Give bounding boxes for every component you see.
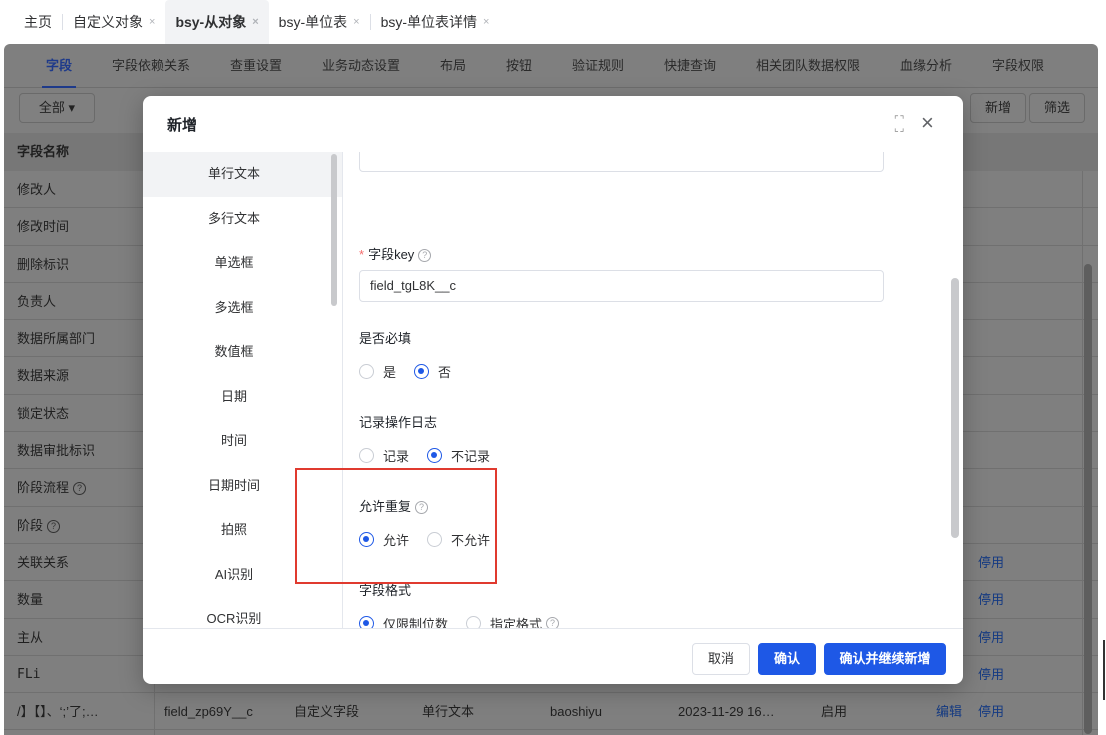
close-icon[interactable]: × [483,16,489,28]
field-type-item[interactable]: 数值框 [143,330,343,375]
confirm-button[interactable]: 确认 [758,643,816,675]
required-no-radio[interactable]: 否 [414,362,451,381]
close-icon[interactable]: × [149,16,155,28]
required-radio-group: 是 否 [359,362,469,381]
dialog-header: 新增 ⌜⌝ ⌞⌟ × [143,96,963,152]
field-type-item[interactable]: 多行文本 [143,197,343,242]
filter-all-dropdown[interactable]: 全部 ▾ [19,93,95,123]
top-tab-custom-object[interactable]: 自定义对象 × [63,0,165,44]
window-edge [1103,640,1105,700]
tab-team-permissions[interactable]: 相关团队数据权限 [756,44,860,88]
tab-field-dependency[interactable]: 字段依赖关系 [112,44,190,88]
top-tab-bar: 主页 自定义对象 × bsy-从对象 × bsy-单位表 × bsy-单位表详情 × [0,0,1106,44]
dialog-footer: 取消 确认 确认并继续新增 [143,628,963,684]
tab-duplicate-check[interactable]: 查重设置 [230,44,282,88]
table-row[interactable]: /】【】、‘;’了;… field_zp69Y__c 自定义字段 单行文本 ba… [4,693,1098,731]
field-type-item[interactable]: 多选框 [143,286,343,331]
specify-format-radio[interactable]: 指定格式? [466,614,560,628]
form-scrollbar[interactable] [951,278,959,538]
field-type-item[interactable]: 时间 [143,419,343,464]
help-icon[interactable]: ? [546,617,560,628]
page-scrollbar[interactable] [1084,264,1092,734]
tab-layout[interactable]: 布局 [440,44,466,88]
tab-activity-settings[interactable]: 业务动态设置 [322,44,400,88]
settings-tabs: 字段 字段依赖关系 查重设置 业务动态设置 布局 按钮 验证规则 快捷查询 相关… [4,44,1098,88]
log-radio-group: 记录 不记录 [359,446,508,465]
limit-digits-radio[interactable]: 仅限制位数 [359,614,448,628]
screen-button[interactable]: 筛选 [1029,93,1085,123]
disable-link[interactable]: 停用 [978,693,1004,730]
tab-lineage[interactable]: 血缘分析 [900,44,952,88]
format-radio-group: 仅限制位数 指定格式? [359,614,577,628]
add-field-dialog: 新增 ⌜⌝ ⌞⌟ × 单行文本 多行文本 单选框 多选框 数值框 日期 时间 日期… [143,96,963,684]
fullscreen-icon[interactable]: ⌜⌝ ⌞⌟ [894,116,905,134]
field-type-item[interactable]: 日期 [143,375,343,420]
help-icon[interactable]: ? [418,249,432,263]
top-tab-bsy-sub-object[interactable]: bsy-从对象 × [165,0,269,44]
log-record-radio[interactable]: 记录 [359,446,409,465]
field-type-item[interactable]: 单选框 [143,241,343,286]
required-yes-radio[interactable]: 是 [359,362,396,381]
field-name-input[interactable] [359,152,884,172]
top-tab-bsy-unit-table[interactable]: bsy-单位表 × [269,0,370,44]
log-no-record-radio[interactable]: 不记录 [427,446,490,465]
disable-link[interactable]: 停用 [978,581,1004,618]
tab-field-permissions[interactable]: 字段权限 [992,44,1044,88]
required-label: 是否必填 [359,331,412,346]
disable-link[interactable]: 停用 [978,544,1004,581]
close-icon[interactable]: × [252,16,258,28]
type-list-scrollbar[interactable] [331,154,337,306]
highlight-box [295,468,497,584]
tab-quick-query[interactable]: 快捷查询 [664,44,716,88]
field-key-label: * 字段key? [359,244,432,263]
help-icon[interactable]: ? [47,519,61,533]
top-tab-home[interactable]: 主页 [14,0,62,44]
add-field-button[interactable]: 新增 [970,93,1026,123]
field-key-input[interactable]: field_tgL8K__c [359,270,884,302]
confirm-continue-button[interactable]: 确认并继续新增 [824,643,946,675]
edit-link[interactable]: 编辑 [936,693,962,730]
dialog-title: 新增 [167,117,198,134]
close-icon[interactable]: × [353,16,359,28]
disable-link[interactable]: 停用 [978,656,1004,693]
cancel-button[interactable]: 取消 [692,643,750,675]
tab-buttons[interactable]: 按钮 [506,44,532,88]
tab-fields[interactable]: 字段 [41,44,77,88]
top-tab-bsy-unit-detail[interactable]: bsy-单位表详情 × [371,0,500,44]
help-icon[interactable]: ? [73,482,87,496]
tab-validation-rules[interactable]: 验证规则 [572,44,624,88]
disable-link[interactable]: 停用 [978,619,1004,656]
field-type-item[interactable]: 单行文本 [143,152,343,197]
field-type-item[interactable]: OCR识别 [143,597,343,628]
log-label: 记录操作日志 [359,415,438,430]
close-icon[interactable]: × [921,112,934,134]
